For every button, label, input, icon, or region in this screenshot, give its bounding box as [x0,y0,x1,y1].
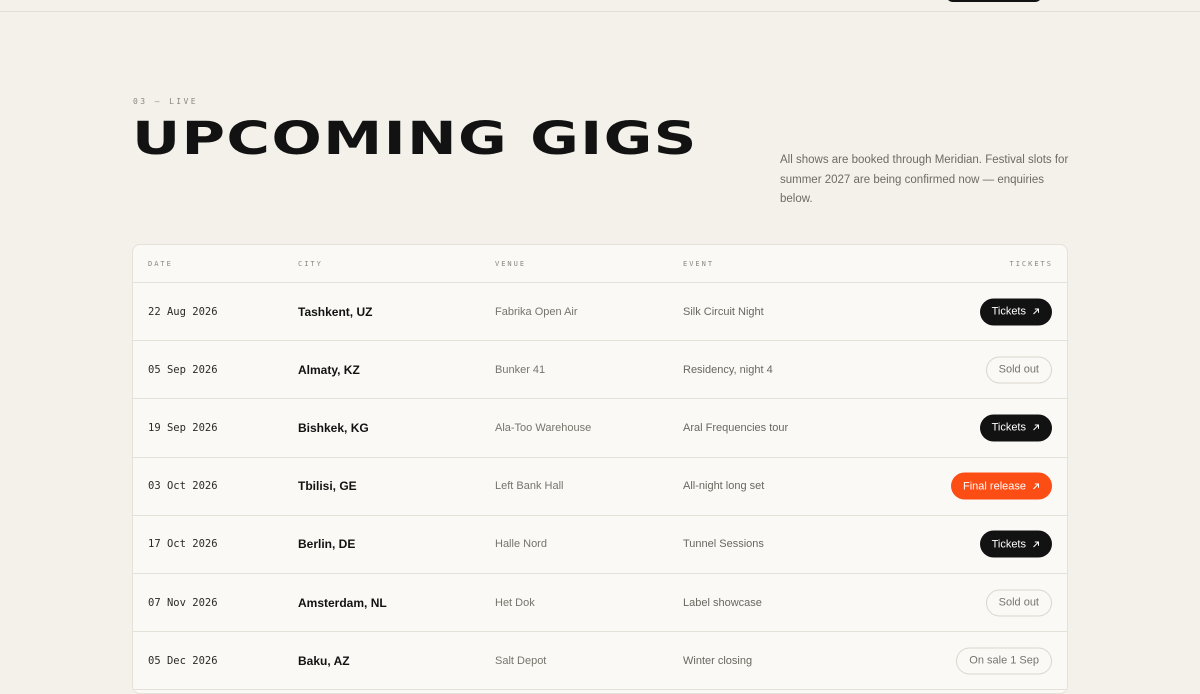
arrow-up-right-icon [1032,308,1040,316]
table-header: DATE CITY VENUE EVENT TICKETS [133,245,1067,283]
gig-venue: Fabrika Open Air [495,305,578,318]
gig-date: 17 Oct 2026 [148,538,218,551]
arrow-up-right-icon [1032,482,1040,490]
final-release-button[interactable]: Final release [951,472,1052,500]
status-button[interactable]: Sold out [985,589,1052,617]
page-title: UPCOMING GIGS [132,112,698,165]
header-venue: VENUE [495,260,527,268]
gig-event: Aral Frequencies tour [683,421,789,434]
gig-venue: Bunker 41 [495,363,546,376]
table-row: 07 Nov 2026 Amsterdam, NL Het Dok Label sho… [133,574,1067,633]
tickets-button[interactable]: Tickets [979,530,1052,558]
table-body: 22 Aug 2026 Tashkent, UZ Fabrika Open Air S… [133,283,1067,691]
section-eyebrow: 03 — LIVE [133,97,198,106]
button-label: Tickets [991,305,1026,318]
gig-event: Tunnel Sessions [683,538,764,551]
gig-date: 22 Aug 2026 [148,305,218,318]
tickets-button[interactable]: Tickets [979,414,1052,442]
button-label: Tickets [991,421,1026,434]
header-date: DATE [148,260,173,268]
gig-event: Residency, night 4 [683,363,773,376]
gig-city: Almaty, KZ [298,362,360,377]
header-tickets: TICKETS [1009,260,1053,268]
button-label: On sale 1 Sep [969,654,1039,667]
gig-date: 05 Sep 2026 [148,363,218,376]
gig-venue: Left Bank Hall [495,480,564,493]
gig-event: Winter closing [683,654,753,667]
gig-city: Tashkent, UZ [298,304,373,319]
gig-city: Berlin, DE [298,537,356,552]
nav-cta-button[interactable] [946,0,1042,2]
gig-date: 19 Sep 2026 [148,421,218,434]
gig-date: 05 Dec 2026 [148,654,218,667]
button-label: Tickets [991,538,1026,551]
table-row: 03 Oct 2026 Tbilisi, GE Left Bank Hall All-… [133,458,1067,516]
gig-date: 07 Nov 2026 [148,596,218,609]
gig-event: All-night long set [683,480,765,493]
tickets-button[interactable]: Tickets [979,298,1052,326]
table-row: 05 Dec 2026 Baku, AZ Salt Depot Winter clos… [133,632,1067,691]
status-button[interactable]: On sale 1 Sep [956,647,1052,675]
gig-venue: Ala-Too Warehouse [495,421,592,434]
arrow-up-right-icon [1032,424,1040,432]
button-label: Sold out [998,363,1039,376]
header-event: EVENT [683,260,715,268]
gigs-table: DATE CITY VENUE EVENT TICKETS 22 Aug 202… [132,244,1068,694]
gig-city: Amsterdam, NL [298,595,387,610]
header-city: CITY [298,260,323,268]
gig-venue: Salt Depot [495,654,547,667]
gig-city: Baku, AZ [298,653,350,668]
table-row: 22 Aug 2026 Tashkent, UZ Fabrika Open Air S… [133,283,1067,342]
gig-venue: Halle Nord [495,538,547,551]
gig-event: Label showcase [683,596,762,609]
gig-venue: Het Dok [495,596,535,609]
gig-event: Silk Circuit Night [683,305,764,318]
gig-date: 03 Oct 2026 [148,480,218,493]
button-label: Sold out [998,596,1039,609]
arrow-up-right-icon [1032,540,1040,548]
button-label: Final release [963,480,1026,493]
gig-city: Tbilisi, GE [298,479,357,494]
top-nav-bar [0,0,1200,12]
section-intro: All shows are booked through Meridian. F… [780,154,1069,205]
gig-city: Bishkek, KG [298,420,369,435]
table-row: 05 Sep 2026 Almaty, KZ Bunker 41 Residency,… [133,341,1067,400]
table-row: 17 Oct 2026 Berlin, DE Halle Nord Tunnel Se… [133,516,1067,574]
status-button[interactable]: Sold out [985,356,1052,384]
table-row: 19 Sep 2026 Bishkek, KG Ala-Too Warehouse A… [133,399,1067,458]
